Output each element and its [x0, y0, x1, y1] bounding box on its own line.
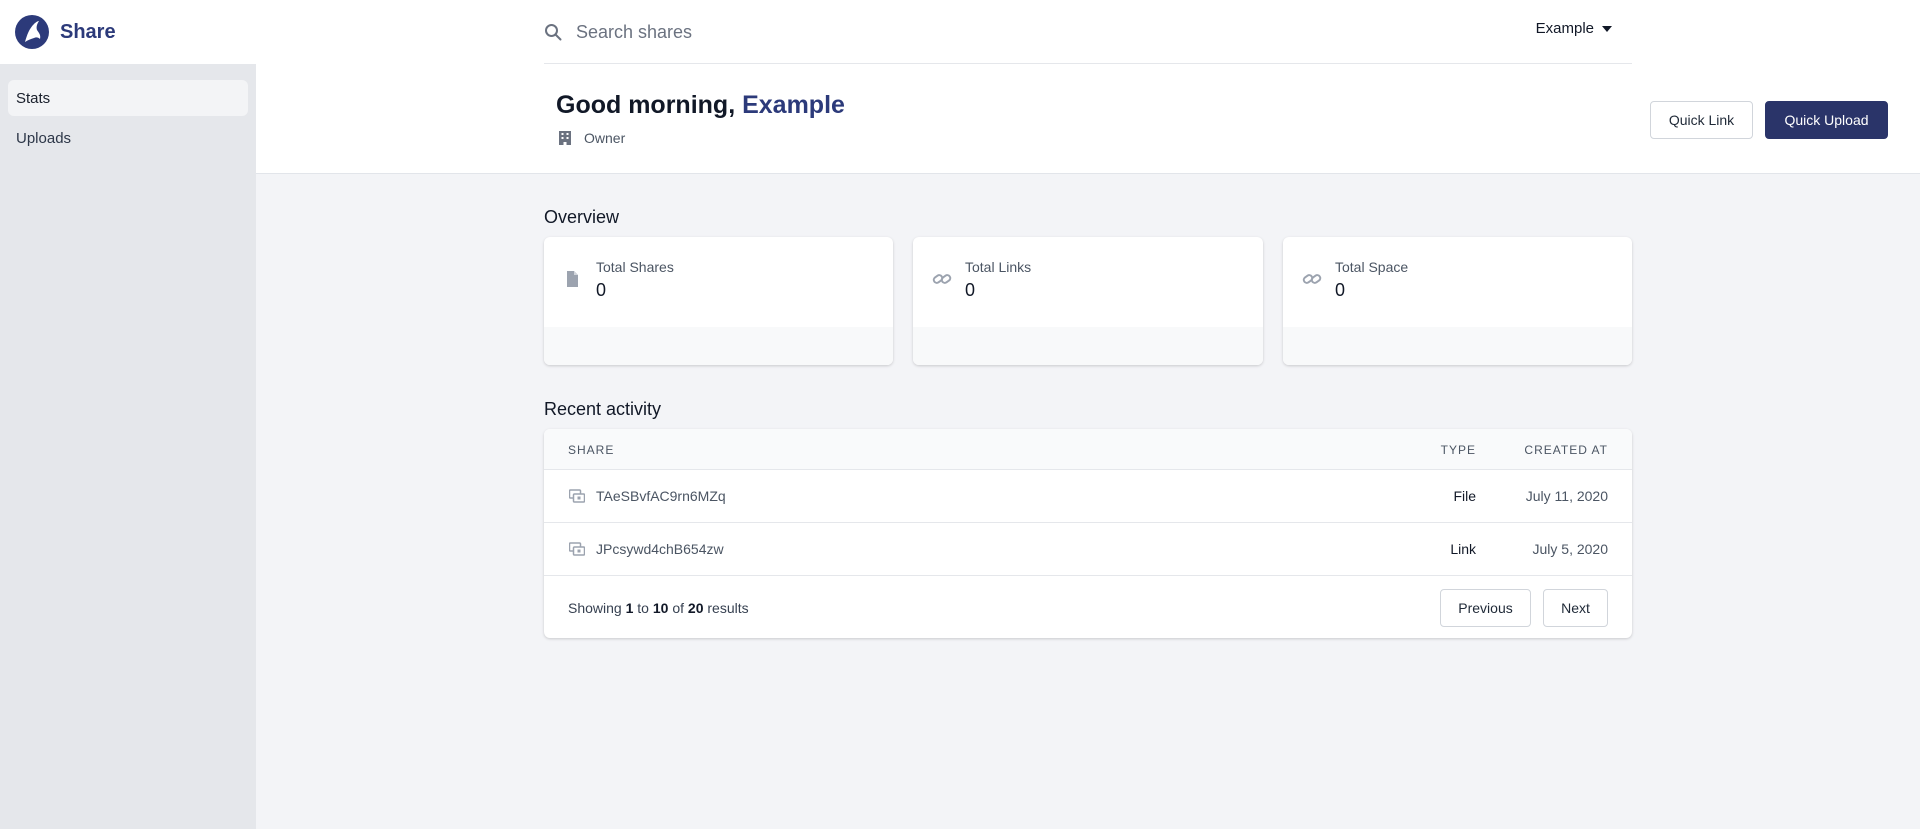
card-footer	[544, 327, 893, 365]
search-input[interactable]	[576, 16, 1276, 48]
stat-card-total-links: Total Links 0	[913, 237, 1263, 365]
page-title: Good morning, Example	[556, 91, 845, 120]
share-icon	[569, 542, 585, 556]
column-header-type: TYPE	[1440, 443, 1476, 457]
table-footer: Showing 1 to 10 of 20 results Previous N…	[544, 577, 1632, 638]
search-icon	[545, 24, 562, 41]
link-icon	[1302, 274, 1322, 284]
overview-title: Overview	[544, 207, 620, 227]
share-icon	[569, 489, 585, 503]
share-created-at: July 5, 2020	[1532, 541, 1609, 557]
card-footer	[913, 327, 1263, 365]
recent-activity-title: Recent activity	[544, 399, 662, 419]
next-button[interactable]: Next	[1543, 589, 1608, 627]
column-header-created-at: CREATED AT	[1524, 443, 1608, 457]
sidebar-item-label: Stats	[16, 89, 51, 107]
previous-button[interactable]: Previous	[1440, 589, 1531, 627]
role-label: Owner	[584, 130, 626, 146]
stat-value: 0	[1335, 280, 1346, 300]
sidebar-item-label: Uploads	[16, 129, 72, 147]
table-header: SHARE TYPE CREATED AT	[544, 429, 1632, 470]
stat-value: 0	[596, 280, 607, 300]
share-id[interactable]: JPcsywd4chB654zw	[596, 541, 724, 557]
share-type: File	[1453, 488, 1476, 504]
table-row[interactable]: JPcsywd4chB654zw Link July 5, 2020	[544, 523, 1632, 576]
stat-label: Total Shares	[596, 259, 674, 275]
page-header: Example Good morning, Example Owner Quic…	[256, 0, 1920, 174]
pagination-of-word: of	[672, 600, 685, 616]
sidebar: Share Stats Uploads	[0, 0, 256, 829]
stat-label: Total Space	[1335, 259, 1409, 275]
sidebar-item-uploads[interactable]: Uploads	[8, 120, 248, 156]
table-row[interactable]: TAeSBvfAC9rn6MZq File July 11, 2020	[544, 470, 1632, 523]
pagination-to-word: to	[637, 600, 649, 616]
building-icon	[559, 131, 571, 145]
pagination-from: 1	[625, 600, 634, 616]
card-footer	[1283, 327, 1632, 365]
quick-upload-button[interactable]: Quick Upload	[1765, 101, 1888, 139]
chevron-down-icon	[1602, 25, 1612, 32]
user-menu-label: Example	[1535, 20, 1594, 37]
stat-card-total-shares: Total Shares 0	[544, 237, 893, 365]
stat-label: Total Links	[965, 259, 1032, 275]
brand-name: Share	[60, 20, 116, 43]
pagination-to: 10	[652, 600, 669, 616]
stat-value: 0	[965, 280, 976, 300]
activity-table: SHARE TYPE CREATED AT TAeSBvfAC9rn6MZq F…	[544, 429, 1632, 638]
sidebar-item-stats[interactable]: Stats	[8, 80, 248, 116]
pagination-summary: Showing 1 to 10 of 20 results	[568, 600, 749, 616]
topbar: Example	[544, 0, 1632, 64]
sidebar-nav: Stats Uploads	[0, 64, 256, 176]
user-menu[interactable]: Example	[1536, 20, 1612, 37]
document-icon	[567, 271, 578, 287]
pagination-total: 20	[687, 600, 704, 616]
pagination-results: results	[707, 600, 749, 616]
column-header-share: SHARE	[568, 443, 615, 457]
greeting-prefix: Good morning,	[556, 91, 736, 119]
user-role: Owner	[558, 130, 625, 146]
brand[interactable]: Share	[0, 0, 256, 64]
logo-icon	[15, 15, 49, 49]
share-type: Link	[1450, 541, 1476, 557]
stat-card-total-space: Total Space 0	[1283, 237, 1632, 365]
share-created-at: July 11, 2020	[1525, 488, 1608, 504]
greeting-name: Example	[742, 91, 845, 119]
pagination-showing: Showing	[568, 600, 622, 616]
share-id[interactable]: TAeSBvfAC9rn6MZq	[596, 488, 726, 504]
link-icon	[932, 274, 952, 284]
quick-link-button[interactable]: Quick Link	[1650, 101, 1753, 139]
